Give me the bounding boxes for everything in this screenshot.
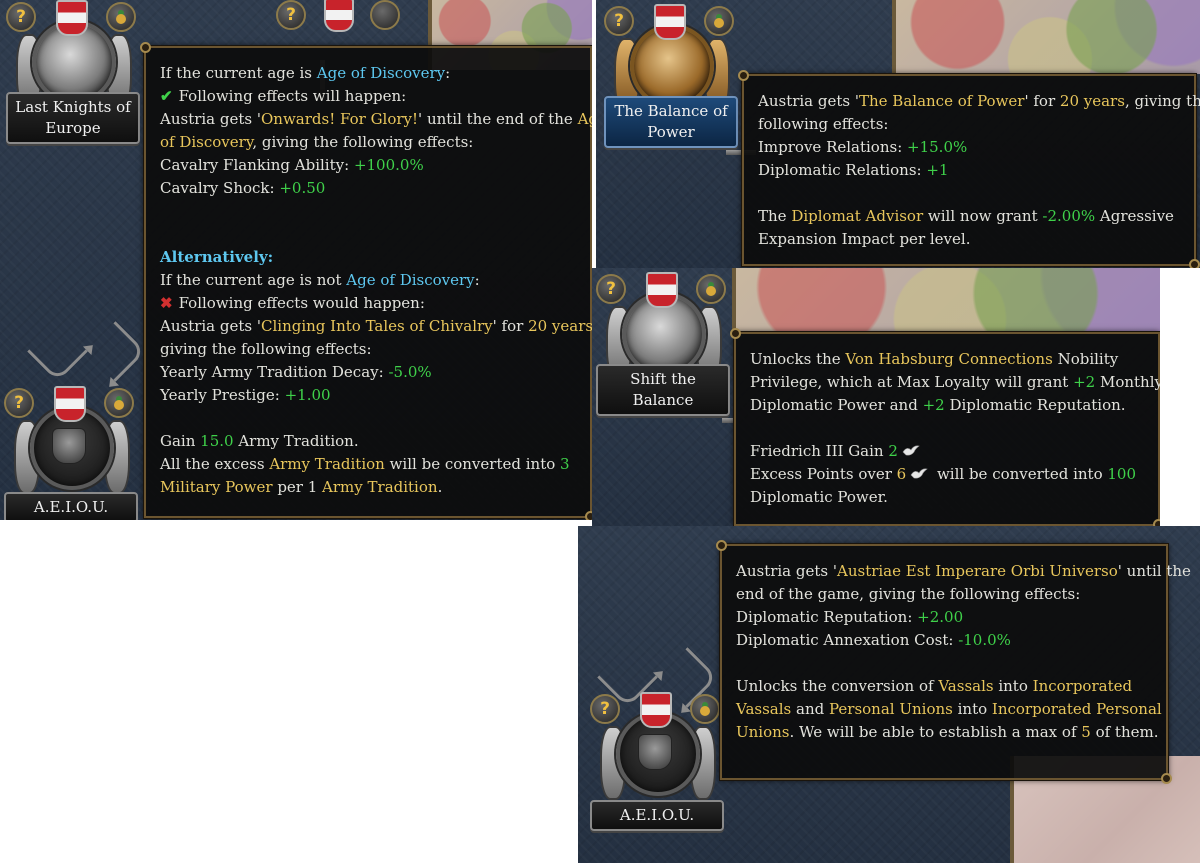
tooltip-line: Improve Relations: +15.0% [758,138,968,156]
idea-aeiou-right[interactable]: ? A.E.I.O.U. [586,692,726,842]
tooltip-line: Diplomatic Power. [750,488,888,506]
austria-shield-icon [56,0,88,36]
tooltip-line: Unions. We will be able to establish a m… [736,723,1159,741]
tooltip-line: Gain 15.0 Army Tradition. [160,432,359,450]
austria-shield-icon [54,386,86,422]
medal-icon [690,694,720,724]
help-icon[interactable]: ? [604,6,634,36]
tooltip-line: Privilege, which at Max Loyalty will gra… [750,373,1160,391]
aeiou-panel: ? A.E.I.O.U. Austria gets 'Austriae Est … [578,526,1200,863]
idea-label: The Balance of Power [604,96,738,148]
tooltip-line: Yearly Army Tradition Decay: -5.0% [160,363,432,381]
balance-panel: ? The Balance of Power Austria gets 'The… [596,0,1200,268]
austria-shield-icon [646,272,678,308]
left-panel: ? ? Last Knights of Europe ? A.E.I.O.U. … [0,0,592,520]
tooltip-line: following effects: [758,115,889,133]
idea-balance-of-power[interactable]: ? The Balance of Power [600,4,740,154]
arrow-icon [85,321,146,382]
idea-last-knights[interactable]: ? Last Knights of Europe [2,0,142,150]
partial-idea-top[interactable]: ? [262,0,412,42]
tooltip-line: Austria gets 'Onwards! For Glory!' until… [160,110,592,128]
tooltip-line: Excess Points over 6 will be converted i… [750,465,1137,483]
tooltip-balance-of-power: Austria gets 'The Balance of Power' for … [738,70,1200,268]
map-fragment [732,268,1160,332]
tooltip-line: Vassals and Personal Unions into Incorpo… [736,700,1162,718]
tooltip-line: Austria gets 'The Balance of Power' for … [758,92,1200,110]
medal-icon [704,6,734,36]
alternative-header: Alternatively: [160,248,274,266]
help-icon[interactable]: ? [4,388,34,418]
cross-icon: ✖ [160,294,173,312]
tooltip-line: Military Power per 1 Army Tradition. [160,478,443,496]
tooltip-line: Austria gets 'Austriae Est Imperare Orbi… [736,562,1191,580]
idea-shift-the-balance[interactable]: ? Shift the Balance [592,272,732,422]
tooltip-line: If the current age is not Age of Discove… [160,271,480,289]
tooltip-line: If the current age is Age of Discovery: [160,64,451,82]
medal-icon [104,388,134,418]
tooltip-shift-the-balance: Unlocks the Von Habsburg Connections Nob… [730,328,1160,526]
tooltip-line: Unlocks the conversion of Vassals into I… [736,677,1133,695]
tooltip-line: end of the game, giving the following ef… [736,585,1081,603]
tooltip-line: Diplomatic Annexation Cost: -10.0% [736,631,1011,649]
tooltip-line: Diplomatic Relations: +1 [758,161,949,179]
idea-label: Shift the Balance [596,364,730,416]
medal-icon [696,274,726,304]
tooltip-aeiou: Austria gets 'Austriae Est Imperare Orbi… [716,540,1191,784]
tooltip-line: ✖ Following effects would happen: [160,294,425,312]
austria-shield-icon [654,4,686,40]
tooltip-line: giving the following effects: [160,340,372,358]
tooltip-last-knights: If the current age is Age of Discovery: … [140,42,592,520]
tooltip-line: Diplomatic Reputation: +2.00 [736,608,964,626]
tooltip-line: Friedrich III Gain 2 [750,440,1144,463]
help-icon[interactable]: ? [276,0,306,30]
map-fragment [892,0,1200,74]
idea-label: A.E.I.O.U. [4,492,138,520]
tooltip-line: Unlocks the Von Habsburg Connections Nob… [750,350,1119,368]
idea-label: Last Knights of Europe [6,92,140,144]
shift-panel: ? Shift the Balance Unlocks the Von Habs… [592,268,1160,526]
austria-shield-icon [640,692,672,728]
help-icon[interactable]: ? [6,2,36,32]
tooltip-line: of Discovery, giving the following effec… [160,133,474,151]
tooltip-line: Cavalry Flanking Ability: +100.0% [160,156,424,174]
tooltip-line: Yearly Prestige: +1.00 [160,386,331,404]
dove-diplomat-icon [902,445,920,456]
tooltip-line: Diplomatic Power and +2 Diplomatic Reput… [750,396,1126,414]
austria-shield-icon [324,0,354,32]
idea-label: A.E.I.O.U. [590,800,724,831]
arrow-icon [27,321,88,382]
dove-diplomat-icon [910,468,928,479]
checkmark-icon: ✔ [160,87,173,105]
help-icon[interactable]: ? [590,694,620,724]
idea-aeiou-left[interactable]: ? A.E.I.O.U. [0,386,140,520]
tooltip-line: ✔ Following effects will happen: [160,87,407,105]
crest-icon [52,428,86,464]
medal-icon [370,0,400,30]
tooltip-line: All the excess Army Tradition will be co… [160,455,570,473]
tooltip-line: Austria gets 'Clinging Into Tales of Chi… [160,317,592,335]
tooltip-line: Cavalry Shock: +0.50 [160,179,326,197]
medal-icon [106,2,136,32]
crest-icon [638,734,672,770]
help-icon[interactable]: ? [596,274,626,304]
tooltip-line: Expansion Impact per level. [758,230,971,248]
tooltip-line: The Diplomat Advisor will now grant -2.0… [758,207,1174,225]
